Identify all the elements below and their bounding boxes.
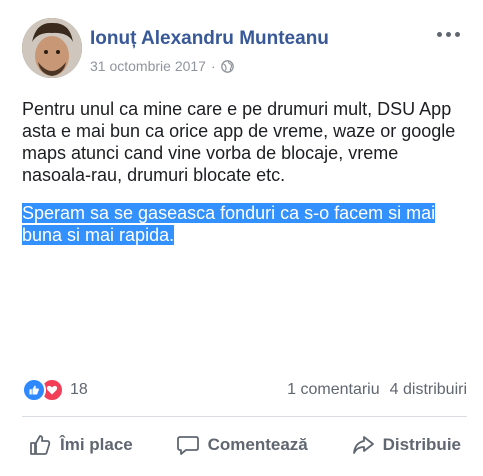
like-button[interactable]: Îmi place — [22, 433, 139, 457]
action-bar: Îmi place Comentează Distribuie — [22, 425, 467, 465]
comments-count-link[interactable]: 1 comentariu — [287, 381, 380, 399]
share-arrow-icon — [351, 433, 375, 457]
share-label: Distribuie — [382, 435, 461, 454]
post-paragraph-selected: Speram sa se gaseasca fonduri ca s-o fac… — [22, 202, 467, 246]
post-paragraph: Pentru unul ca mine care e pe drumuri mu… — [22, 99, 456, 185]
dot-icon — [454, 31, 460, 37]
more-options-button[interactable] — [433, 26, 463, 42]
selected-text: Speram sa se gaseasca fonduri ca s-o fac… — [22, 203, 436, 245]
share-button[interactable]: Distribuie — [345, 433, 467, 457]
post-meta: 31 octombrie 2017 · — [90, 58, 234, 74]
comment-icon — [176, 433, 200, 457]
like-icon — [22, 378, 46, 402]
shares-count-link[interactable]: 4 distribuiri — [390, 381, 467, 399]
globe-icon — [220, 59, 234, 73]
author-name[interactable]: Ionuț Alexandru Munteanu — [90, 28, 329, 50]
thumbs-up-icon — [28, 433, 52, 457]
post-text: Pentru unul ca mine care e pe drumuri mu… — [22, 98, 467, 262]
comment-button[interactable]: Comentează — [170, 433, 314, 457]
post-header: Ionuț Alexandru Munteanu 31 octombrie 20… — [22, 18, 467, 82]
facebook-post: Ionuț Alexandru Munteanu 31 octombrie 20… — [0, 0, 483, 476]
date-separator: · — [210, 58, 216, 74]
post-date[interactable]: 31 octombrie 2017 — [90, 58, 206, 74]
dot-icon — [445, 31, 451, 37]
reactions-summary[interactable]: 18 — [22, 378, 88, 402]
like-label: Îmi place — [60, 435, 133, 454]
comment-label: Comentează — [207, 435, 308, 454]
post-stats: 18 1 comentariu 4 distribuiri — [22, 378, 467, 402]
avatar[interactable] — [22, 18, 82, 78]
dot-icon — [436, 31, 442, 37]
reaction-count: 18 — [70, 381, 88, 398]
divider — [22, 416, 467, 417]
